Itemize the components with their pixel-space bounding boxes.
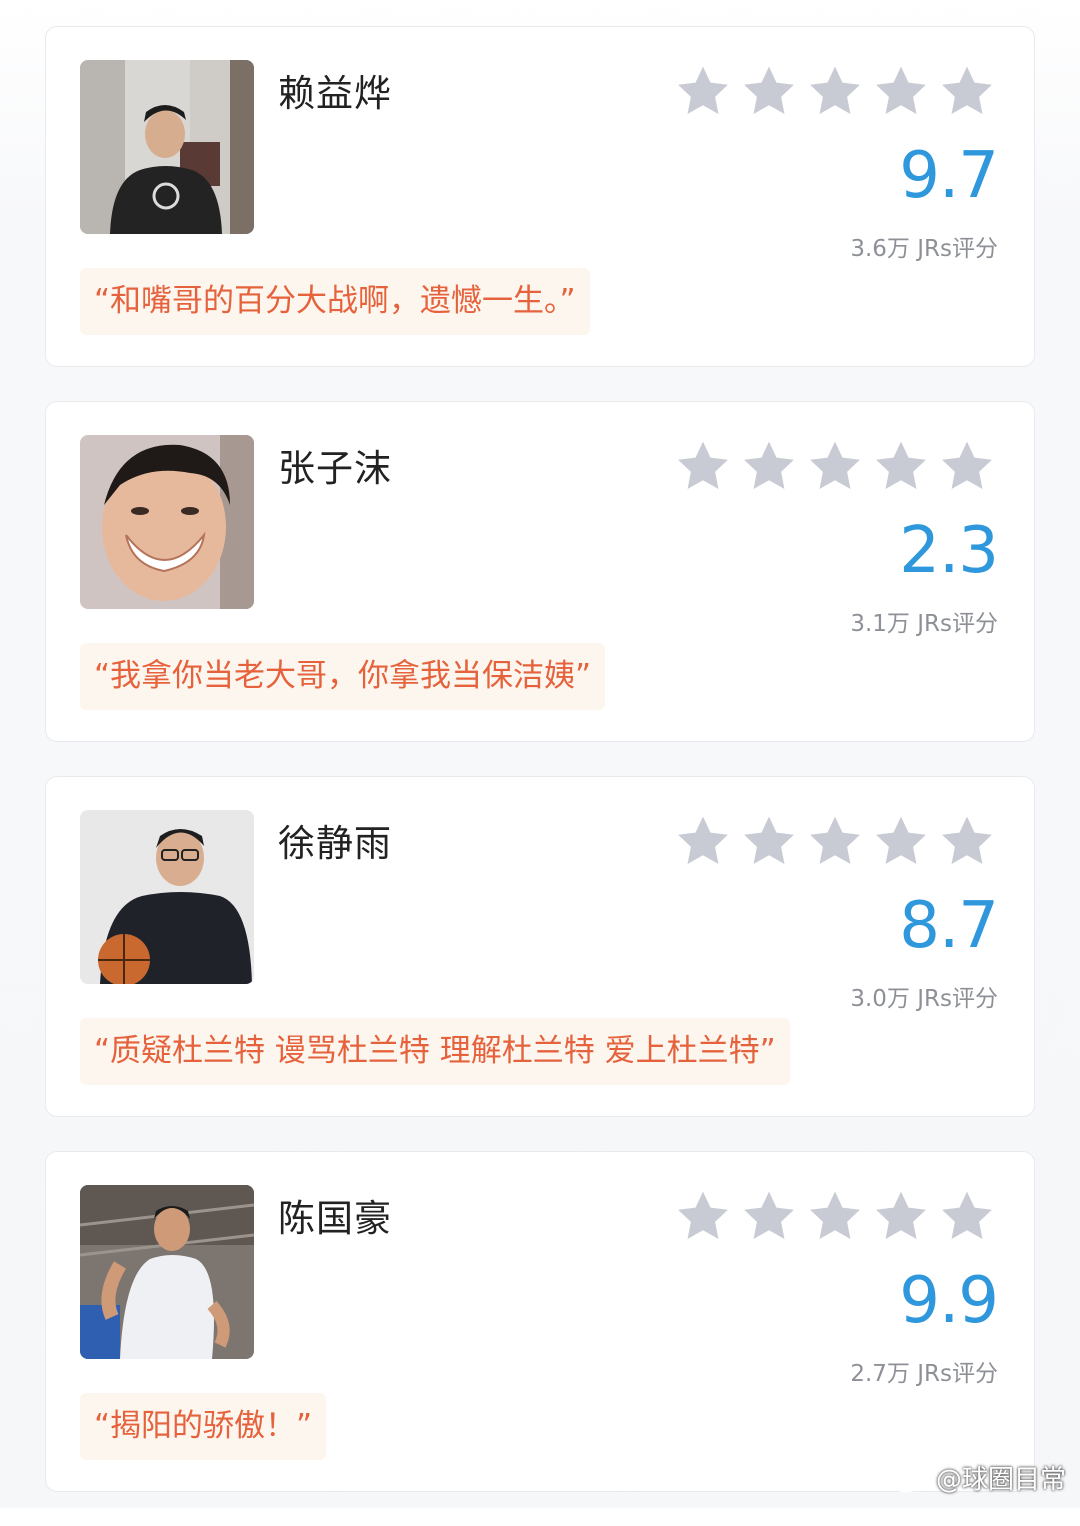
star-icon[interactable] bbox=[674, 439, 732, 495]
player-avatar[interactable] bbox=[80, 1185, 254, 1359]
player-rating-card[interactable]: 张子沫 2.3 3.1万 JRs评分 “我拿你当老大哥，你拿我当保洁姨” bbox=[45, 401, 1035, 742]
player-quote: “揭阳的骄傲！” bbox=[80, 1393, 327, 1460]
star-icon[interactable] bbox=[806, 814, 864, 870]
watermark-text: @球圈目常 bbox=[935, 1465, 1066, 1495]
rating-count: 3.0万 JRs评分 bbox=[850, 986, 998, 1012]
star-rating[interactable] bbox=[674, 1189, 996, 1245]
player-quote: “我拿你当老大哥，你拿我当保洁姨” bbox=[80, 643, 606, 710]
star-rating[interactable] bbox=[674, 814, 996, 870]
star-icon[interactable] bbox=[938, 814, 996, 870]
rating-count: 3.6万 JRs评分 bbox=[850, 236, 998, 262]
star-icon[interactable] bbox=[938, 439, 996, 495]
player-avatar[interactable] bbox=[80, 810, 254, 984]
star-icon[interactable] bbox=[674, 64, 732, 120]
star-icon[interactable] bbox=[740, 64, 798, 120]
average-score: 8.7 bbox=[899, 889, 999, 963]
player-rating-card[interactable]: 徐静雨 8.7 3.0万 JRs评分 “质疑杜兰特 谩骂杜兰特 理解杜兰特 爱上… bbox=[45, 776, 1035, 1117]
player-quote: “和嘴哥的百分大战啊，遗憾一生。” bbox=[80, 268, 590, 335]
star-icon[interactable] bbox=[872, 439, 930, 495]
star-rating[interactable] bbox=[674, 439, 996, 495]
rating-count: 2.7万 JRs评分 bbox=[850, 1361, 998, 1387]
rating-count: 3.1万 JRs评分 bbox=[850, 611, 998, 637]
star-icon[interactable] bbox=[740, 439, 798, 495]
star-icon[interactable] bbox=[740, 814, 798, 870]
star-icon[interactable] bbox=[674, 814, 732, 870]
average-score: 2.3 bbox=[899, 514, 999, 588]
player-name: 赖益烨 bbox=[278, 72, 392, 115]
star-icon[interactable] bbox=[938, 1189, 996, 1245]
player-rating-card[interactable]: 陈国豪 9.9 2.7万 JRs评分 “揭阳的骄傲！” bbox=[45, 1151, 1035, 1492]
player-name: 徐静雨 bbox=[278, 822, 392, 865]
player-name: 陈国豪 bbox=[278, 1197, 392, 1240]
player-rating-card[interactable]: 赖益烨 9.7 3.6万 JRs评分 “和嘴哥的百分大战啊，遗憾一生。” bbox=[45, 26, 1035, 367]
average-score: 9.7 bbox=[899, 139, 999, 213]
star-icon[interactable] bbox=[872, 814, 930, 870]
star-icon[interactable] bbox=[740, 1189, 798, 1245]
star-icon[interactable] bbox=[806, 439, 864, 495]
player-name: 张子沫 bbox=[278, 447, 392, 490]
star-icon[interactable] bbox=[872, 1189, 930, 1245]
player-quote: “质疑杜兰特 谩骂杜兰特 理解杜兰特 爱上杜兰特” bbox=[80, 1018, 790, 1085]
rating-list: 赖益烨 9.7 3.6万 JRs评分 “和嘴哥的百分大战啊，遗憾一生。” 张子沫 bbox=[45, 26, 1035, 1526]
star-icon[interactable] bbox=[674, 1189, 732, 1245]
average-score: 9.9 bbox=[899, 1264, 999, 1338]
star-icon[interactable] bbox=[938, 64, 996, 120]
player-avatar[interactable] bbox=[80, 60, 254, 234]
star-icon[interactable] bbox=[806, 1189, 864, 1245]
star-icon[interactable] bbox=[872, 64, 930, 120]
star-icon[interactable] bbox=[806, 64, 864, 120]
weibo-logo-icon bbox=[889, 1461, 930, 1492]
weibo-watermark: @球圈目常 bbox=[888, 1459, 1066, 1496]
star-rating[interactable] bbox=[674, 64, 996, 120]
player-avatar[interactable] bbox=[80, 435, 254, 609]
